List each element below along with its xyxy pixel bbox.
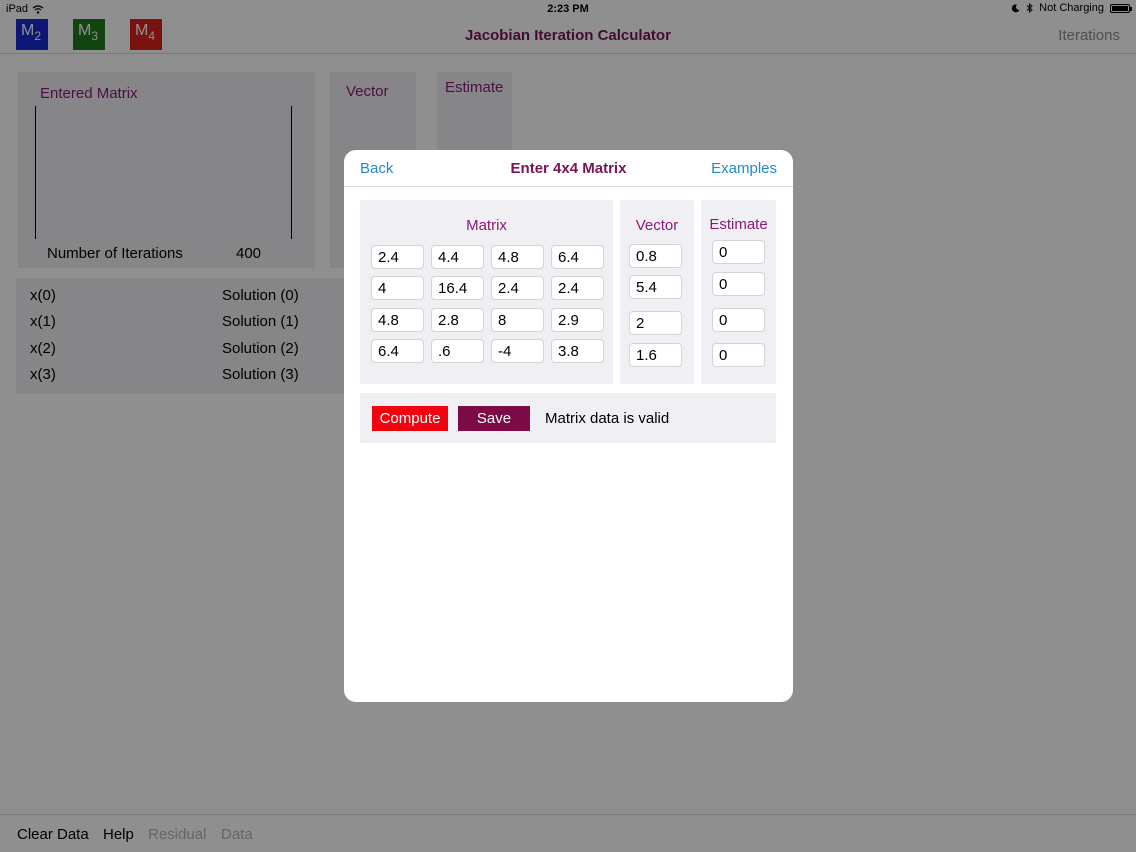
- modal-header: Back Enter 4x4 Matrix Examples: [344, 150, 793, 187]
- compute-button[interactable]: Compute: [372, 406, 448, 431]
- validation-message: Matrix data is valid: [545, 410, 670, 427]
- vector-cell-2[interactable]: 2: [629, 311, 682, 335]
- matrix-cell-3-3[interactable]: 3.8: [551, 339, 604, 363]
- examples-button[interactable]: Examples: [711, 160, 777, 177]
- matrix-cell-2-1[interactable]: 2.8: [431, 308, 484, 332]
- matrix-cell-2-2[interactable]: 8: [491, 308, 544, 332]
- matrix-cell-1-2[interactable]: 2.4: [491, 276, 544, 300]
- matrix-cell-0-1[interactable]: 4.4: [431, 245, 484, 269]
- matrix-cell-2-3[interactable]: 2.9: [551, 308, 604, 332]
- matrix-cell-0-3[interactable]: 6.4: [551, 245, 604, 269]
- matrix-cell-0-0[interactable]: 2.4: [371, 245, 424, 269]
- action-bar: Compute Save Matrix data is valid: [360, 393, 776, 443]
- matrix-cell-2-0[interactable]: 4.8: [371, 308, 424, 332]
- matrix-cell-1-1[interactable]: 16.4: [431, 276, 484, 300]
- vector-box-label: Vector: [635, 217, 679, 234]
- matrix-cell-1-0[interactable]: 4: [371, 276, 424, 300]
- estimate-cell-2[interactable]: 0: [712, 308, 765, 332]
- estimate-box-label: Estimate: [709, 216, 768, 233]
- estimate-cell-3[interactable]: 0: [712, 343, 765, 367]
- save-button[interactable]: Save: [458, 406, 530, 431]
- matrix-entry-modal: Back Enter 4x4 Matrix Examples Matrix 2.…: [344, 150, 793, 702]
- matrix-cell-0-2[interactable]: 4.8: [491, 245, 544, 269]
- matrix-cell-1-3[interactable]: 2.4: [551, 276, 604, 300]
- matrix-cell-3-2[interactable]: -4: [491, 339, 544, 363]
- estimate-cell-0[interactable]: 0: [712, 240, 765, 264]
- estimate-cell-1[interactable]: 0: [712, 272, 765, 296]
- matrix-cell-3-1[interactable]: .6: [431, 339, 484, 363]
- matrix-label: Matrix: [466, 217, 507, 234]
- vector-cell-1[interactable]: 5.4: [629, 275, 682, 299]
- vector-cell-3[interactable]: 1.6: [629, 343, 682, 367]
- vector-cell-0[interactable]: 0.8: [629, 244, 682, 268]
- matrix-cell-3-0[interactable]: 6.4: [371, 339, 424, 363]
